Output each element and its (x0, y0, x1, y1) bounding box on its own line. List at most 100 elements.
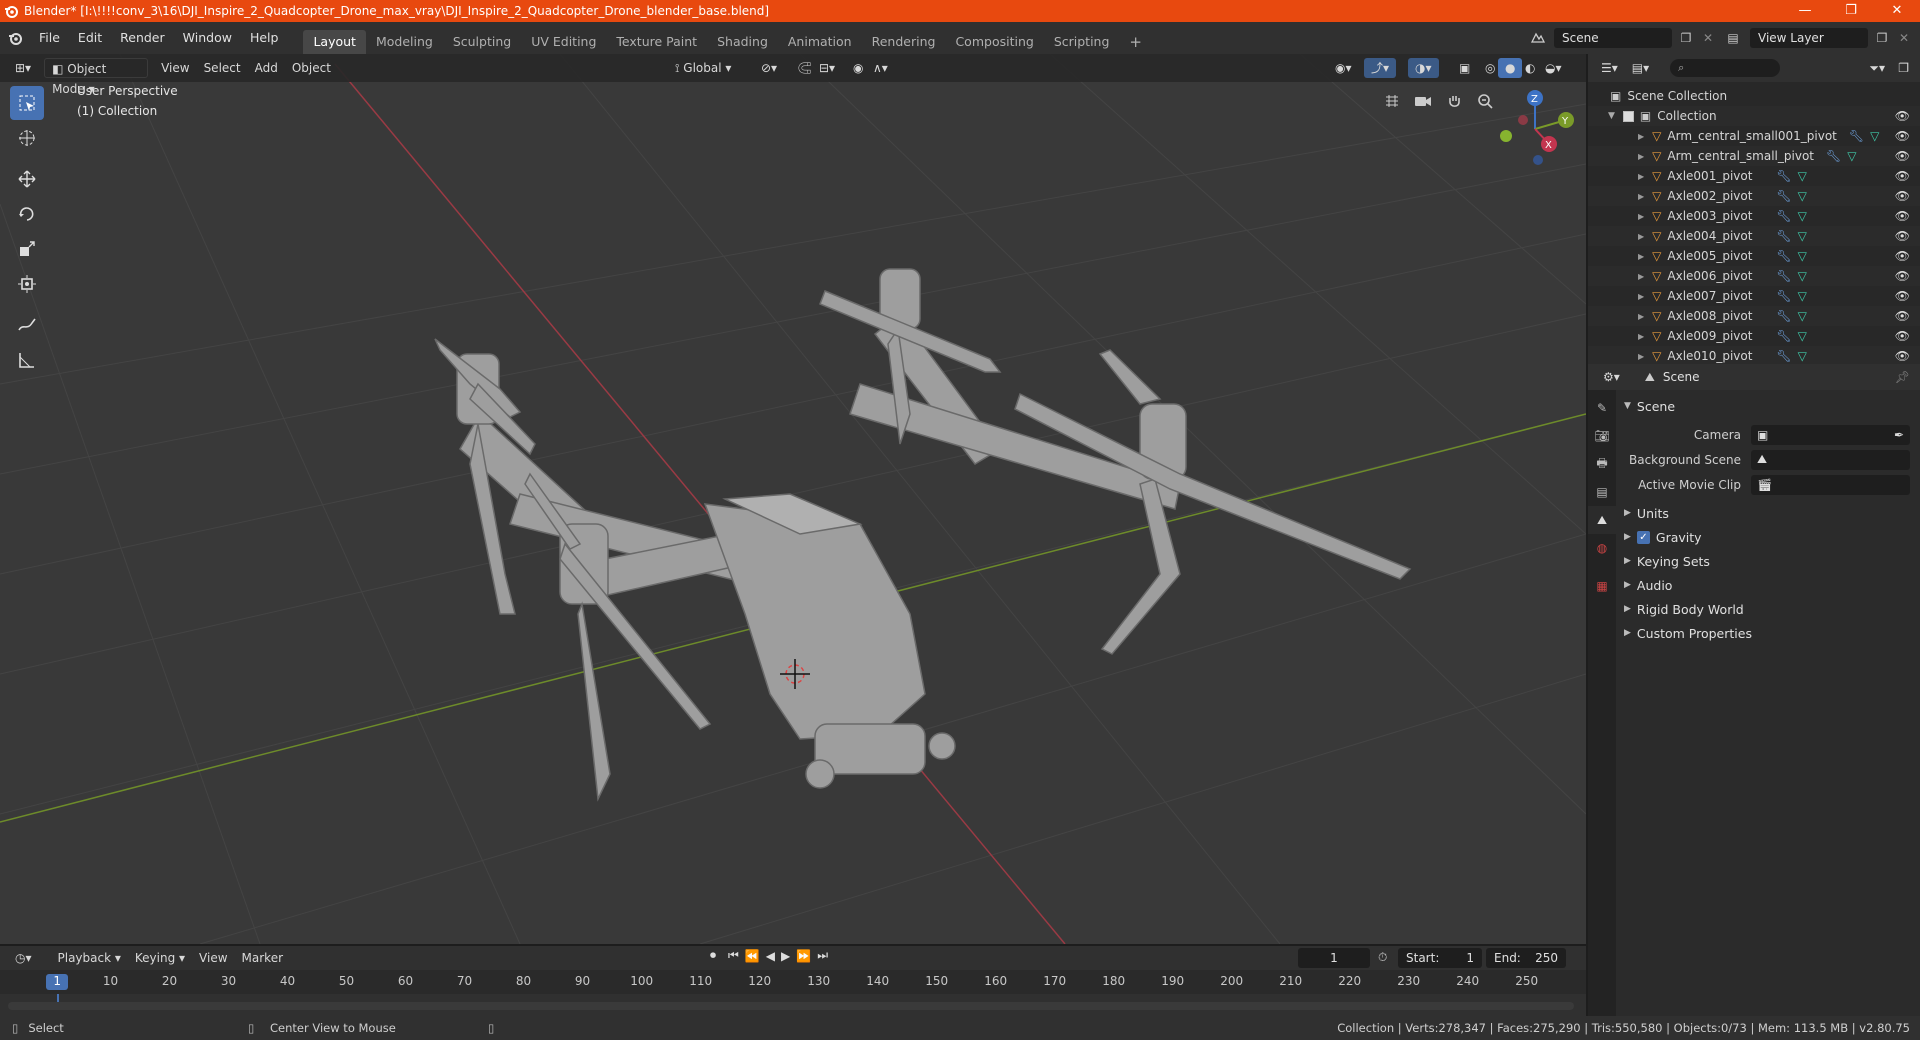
cursor-icon[interactable] (10, 121, 44, 155)
timeline-scrollbar[interactable] (8, 1002, 1574, 1010)
next-keyframe-icon[interactable]: ⏩ (796, 949, 811, 963)
tool-tab-icon[interactable]: ✎ (1588, 394, 1616, 422)
outliner-item[interactable]: ▶ ▽ Axle002_pivot 🔧︎ ▽ 👁︎ (1588, 186, 1920, 206)
timeline-editor-icon[interactable]: ◷▾ (8, 948, 39, 968)
collection-checkbox[interactable] (1622, 110, 1634, 122)
menu-select[interactable]: Select (197, 58, 248, 78)
properties-editor-icon[interactable]: ⚙▾ (1596, 367, 1627, 387)
expand-arrow-icon[interactable]: ▶ (1638, 272, 1644, 281)
pin-icon[interactable]: 📌︎ (1895, 370, 1910, 384)
delete-scene-icon[interactable]: ✕ (1700, 31, 1716, 45)
delete-view-layer-icon[interactable]: ✕ (1896, 31, 1912, 45)
pivot-point-icon[interactable]: ⊘▾ (754, 58, 784, 78)
view-layer-field[interactable]: View Layer (1750, 28, 1868, 48)
visibility-icon[interactable]: ◉▾ (1328, 58, 1359, 78)
jump-end-icon[interactable]: ⏭ (817, 948, 828, 963)
scale-icon[interactable] (10, 232, 44, 266)
menu-playback[interactable]: Playback ▾ (51, 948, 128, 968)
render-tab-icon[interactable]: 📷︎ (1588, 422, 1616, 450)
expand-arrow-icon[interactable]: ▶ (1638, 172, 1644, 181)
expand-arrow-icon[interactable]: ▶ (1638, 192, 1644, 201)
prev-keyframe-icon[interactable]: ⏪ (745, 949, 760, 963)
xray-icon[interactable]: ▣ (1452, 58, 1477, 78)
menu-marker[interactable]: Marker (235, 948, 290, 968)
navigation-gizmo[interactable]: Z Y X (1490, 84, 1580, 174)
outliner-collection[interactable]: ▼ ▣ Collection 👁︎ (1588, 106, 1920, 126)
visibility-eye-icon[interactable]: 👁︎ (1895, 189, 1910, 203)
outliner-item[interactable]: ▶ ▽ Axle003_pivot 🔧︎ ▽ 👁︎ (1588, 206, 1920, 226)
visibility-eye-icon[interactable]: 👁︎ (1895, 129, 1910, 143)
outliner-item[interactable]: ▶ ▽ Arm_central_small_pivot 🔧︎ ▽ 👁︎ (1588, 146, 1920, 166)
tab-compositing[interactable]: Compositing (945, 30, 1043, 54)
texture-tab-icon[interactable]: ▦ (1588, 572, 1616, 600)
expand-arrow-icon[interactable]: ▶ (1638, 292, 1644, 301)
add-workspace-button[interactable]: + (1119, 30, 1152, 54)
jump-start-icon[interactable]: ⏮ (728, 948, 739, 963)
menu-keying[interactable]: Keying ▾ (128, 948, 192, 968)
tab-texture-paint[interactable]: Texture Paint (606, 30, 707, 54)
new-scene-icon[interactable]: ❐ (1676, 31, 1696, 45)
clock-icon[interactable]: ⏱ (1378, 950, 1387, 965)
outliner-item[interactable]: ▶ ▽ Axle007_pivot 🔧︎ ▽ 👁︎ (1588, 286, 1920, 306)
minimize-button[interactable]: — (1782, 0, 1828, 22)
tab-sculpting[interactable]: Sculpting (443, 30, 521, 54)
menu-help[interactable]: Help (241, 22, 288, 54)
visibility-eye-icon[interactable]: 👁︎ (1895, 209, 1910, 223)
menu-edit[interactable]: Edit (69, 22, 111, 54)
menu-file[interactable]: File (30, 22, 69, 54)
expand-arrow-icon[interactable]: ▶ (1638, 152, 1644, 161)
move-icon[interactable] (10, 162, 44, 196)
outliner-item[interactable]: ▶ ▽ Axle008_pivot 🔧︎ ▽ 👁︎ (1588, 306, 1920, 326)
new-collection-icon[interactable]: ❐ (1891, 58, 1916, 78)
outliner-item[interactable]: ▶ ▽ Arm_central_small001_pivot 🔧︎ ▽ 👁︎ (1588, 126, 1920, 146)
scene-selector-icon[interactable] (1526, 30, 1550, 47)
expand-arrow-icon[interactable]: ▶ (1638, 212, 1644, 221)
overlay-toggle-icon[interactable]: ◑▾ (1408, 58, 1439, 78)
visibility-eye-icon[interactable]: 👁︎ (1895, 249, 1910, 263)
background-scene-field[interactable]: ⛰︎ (1751, 449, 1910, 470)
camera-view-icon[interactable] (1409, 87, 1437, 115)
tab-modeling[interactable]: Modeling (366, 30, 443, 54)
outliner-item[interactable]: ▶ ▽ Axle005_pivot 🔧︎ ▽ 👁︎ (1588, 246, 1920, 266)
visibility-eye-icon[interactable]: 👁︎ (1895, 269, 1910, 283)
current-frame-field[interactable]: 1 (1298, 948, 1370, 968)
gravity-section[interactable]: ▶ ✓ Gravity (1618, 525, 1918, 549)
tab-shading[interactable]: Shading (707, 30, 778, 54)
menu-add[interactable]: Add (248, 58, 285, 78)
visibility-eye-icon[interactable]: 👁︎ (1895, 169, 1910, 183)
expand-arrow-icon[interactable]: ▶ (1638, 352, 1644, 361)
record-icon[interactable]: ⏺ (710, 948, 716, 963)
visibility-eye-icon[interactable]: 👁︎ (1895, 289, 1910, 303)
expand-arrow-icon[interactable]: ▶ (1638, 232, 1644, 241)
pan-hand-icon[interactable] (1440, 87, 1468, 115)
world-tab-icon[interactable]: ◍ (1588, 534, 1616, 562)
measure-icon[interactable] (10, 343, 44, 377)
menu-timeline-view[interactable]: View (192, 948, 234, 968)
3d-viewport[interactable]: User Perspective (1) Collection Z Y X (0, 54, 1586, 944)
outliner-item[interactable]: ▶ ▽ Axle001_pivot 🔧︎ ▽ 👁︎ (1588, 166, 1920, 186)
tab-animation[interactable]: Animation (778, 30, 862, 54)
end-frame-field[interactable]: End: 250 (1486, 948, 1566, 968)
tab-layout[interactable]: Layout (303, 30, 366, 54)
scene-tab-icon[interactable]: ⛰︎ (1588, 506, 1616, 534)
tab-uv-editing[interactable]: UV Editing (521, 30, 606, 54)
timeline-ruler[interactable]: 1 10 20 30 40 50 60 70 80 90 100 110 120 130 140 150 160… (0, 970, 1586, 994)
outliner-item[interactable]: ▶ ▽ Axle009_pivot 🔧︎ ▽ 👁︎ (1588, 326, 1920, 346)
snap-target-icon[interactable]: ⊟▾ (812, 58, 842, 78)
transform-orientation-dropdown[interactable]: ⟟ Global ▾ (668, 58, 738, 78)
falloff-icon[interactable]: ∧▾ (866, 58, 895, 78)
gravity-checkbox[interactable]: ✓ (1636, 530, 1650, 544)
visibility-eye-icon[interactable]: 👁︎ (1895, 149, 1910, 163)
audio-section[interactable]: ▶ Audio (1618, 573, 1918, 597)
units-section[interactable]: ▶ Units (1618, 501, 1918, 525)
filter-icon[interactable]: ⏷▾ (1862, 58, 1892, 78)
start-frame-field[interactable]: Start: 1 (1398, 948, 1482, 968)
expand-arrow-icon[interactable]: ▶ (1638, 332, 1644, 341)
tab-scripting[interactable]: Scripting (1044, 30, 1120, 54)
select-box-icon[interactable] (10, 86, 44, 120)
menu-window[interactable]: Window (174, 22, 241, 54)
rotate-icon[interactable] (10, 197, 44, 231)
play-reverse-icon[interactable]: ◀ (766, 949, 775, 963)
camera-field[interactable]: ▣ ✒ (1751, 424, 1910, 445)
editor-type-icon[interactable]: ⊞▾ (8, 58, 38, 78)
